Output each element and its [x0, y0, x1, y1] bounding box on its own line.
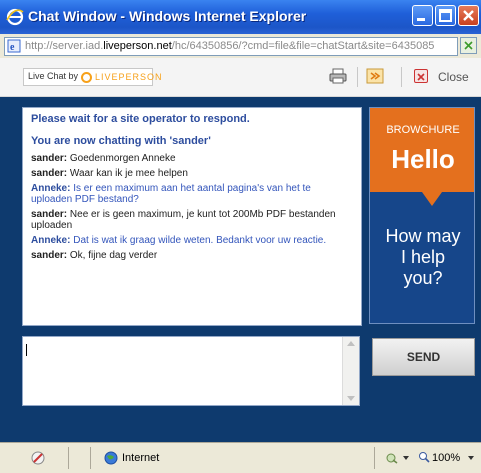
chat-toolbar: Live Chat by LIVEPERSON Close: [0, 58, 481, 97]
chat-message: Anneke: Dat is wat ik graag wilde weten.…: [31, 235, 353, 246]
input-scrollbar[interactable]: [342, 337, 359, 405]
security-zone-label: Internet: [122, 452, 160, 464]
message-author: sander:: [31, 153, 68, 164]
zoom-icon[interactable]: [418, 451, 430, 463]
address-url: http://server.iad.liveperson.net/hc/6435…: [25, 40, 434, 52]
title-bar[interactable]: Chat Window - Windows Internet Explorer: [0, 0, 481, 34]
live-chat-by-label: Live Chat by: [28, 71, 79, 81]
liveperson-brand: LIVEPERSON: [95, 72, 163, 82]
transfer-icon[interactable]: [366, 68, 384, 84]
chat-message: sander: Waar kan ik je mee helpen: [31, 168, 353, 179]
minimize-button[interactable]: [412, 5, 433, 26]
minimize-icon: [417, 18, 425, 21]
toolbar-separator: [357, 67, 358, 87]
address-field[interactable]: e http://server.iad.liveperson.net/hc/64…: [4, 37, 458, 56]
maximize-button[interactable]: [435, 5, 456, 26]
ad-bubble-tail: [422, 192, 442, 206]
ad-brand: BROWCHURE: [386, 124, 460, 136]
ad-speech-bubble: BROWCHURE Hello: [370, 108, 474, 192]
chevron-down-icon[interactable]: [403, 456, 409, 460]
message-text: Nee er is geen maximum, je kunt tot 200M…: [31, 209, 336, 231]
chat-content: Please wait for a site operator to respo…: [0, 97, 481, 442]
message-author: sander:: [31, 209, 68, 220]
message-text: Ok, fijne dag verder: [69, 250, 158, 261]
status-separator: [90, 447, 91, 469]
status-bar: Internet 100%: [0, 442, 481, 473]
close-chat-icon[interactable]: [414, 69, 428, 83]
window-close-button[interactable]: [458, 5, 479, 26]
text-caret: [26, 344, 27, 356]
ad-line: you?: [403, 268, 443, 288]
message-text: Waar kan ik je mee helpen: [69, 168, 188, 179]
url-path: /hc/64350856/?cmd=file&file=chatStart&si…: [171, 40, 435, 52]
message-author: sander:: [31, 168, 68, 179]
go-button[interactable]: [460, 37, 477, 54]
message-text: Goedenmorgen Anneke: [69, 153, 176, 164]
chat-message: sander: Goedenmorgen Anneke: [31, 153, 353, 164]
message-input[interactable]: [22, 336, 360, 406]
security-status-icon[interactable]: [30, 450, 46, 466]
page-icon: e: [7, 39, 21, 53]
send-button[interactable]: SEND: [372, 338, 475, 376]
message-author: sander:: [31, 250, 68, 261]
status-separator: [68, 447, 69, 469]
ad-banner[interactable]: BROWCHURE Hello How may I help you?: [369, 107, 475, 324]
message-list: Please wait for a site operator to respo…: [23, 108, 361, 271]
chat-message: sander: Ok, fijne dag verder: [31, 250, 353, 261]
url-domain: liveperson.net: [103, 40, 172, 52]
globe-icon: [104, 451, 118, 465]
chevron-down-icon[interactable]: [468, 456, 474, 460]
toolbar-separator: [401, 67, 402, 87]
message-text: Is er een maximum aan het aantal pagina'…: [31, 183, 311, 205]
internet-explorer-icon: [6, 8, 24, 26]
address-bar: e http://server.iad.liveperson.net/hc/64…: [0, 34, 481, 59]
ie-window: Chat Window - Windows Internet Explorer …: [0, 0, 481, 473]
refresh-icon: [464, 41, 473, 50]
message-text: Dat is wat ik graag wilde weten. Bedankt…: [73, 235, 327, 246]
ad-line: How may: [385, 226, 461, 246]
zoom-level[interactable]: 100%: [432, 452, 460, 464]
system-message: Please wait for a site operator to respo…: [31, 113, 250, 125]
ad-line: I help: [400, 247, 446, 267]
window-title: Chat Window - Windows Internet Explorer: [28, 8, 307, 24]
liveperson-circle-icon: [81, 72, 92, 83]
message-author: Anneke:: [31, 183, 71, 194]
close-chat-label[interactable]: Close: [438, 70, 469, 84]
print-icon[interactable]: [329, 68, 347, 84]
chat-message: Anneke: Is er een maximum aan het aantal…: [31, 183, 353, 205]
system-message: You are now chatting with 'sander': [31, 135, 211, 147]
close-icon: [463, 10, 474, 21]
status-separator: [374, 447, 375, 469]
chat-transcript: Please wait for a site operator to respo…: [22, 107, 362, 326]
ad-hello: Hello: [391, 144, 455, 174]
message-author: Anneke:: [31, 235, 71, 246]
chat-message: sander: Nee er is geen maximum, je kunt …: [31, 209, 353, 231]
x-icon: [417, 73, 425, 81]
scroll-up-icon[interactable]: [347, 341, 355, 346]
protected-mode-icon[interactable]: [385, 451, 399, 465]
maximize-icon: [439, 9, 452, 22]
scroll-down-icon[interactable]: [347, 396, 355, 401]
ad-tagline: How may I help you?: [370, 226, 474, 289]
url-prefix: http://server.iad.: [25, 40, 104, 52]
svg-text:e: e: [10, 42, 15, 53]
liveperson-logo: Live Chat by LIVEPERSON: [23, 68, 162, 86]
